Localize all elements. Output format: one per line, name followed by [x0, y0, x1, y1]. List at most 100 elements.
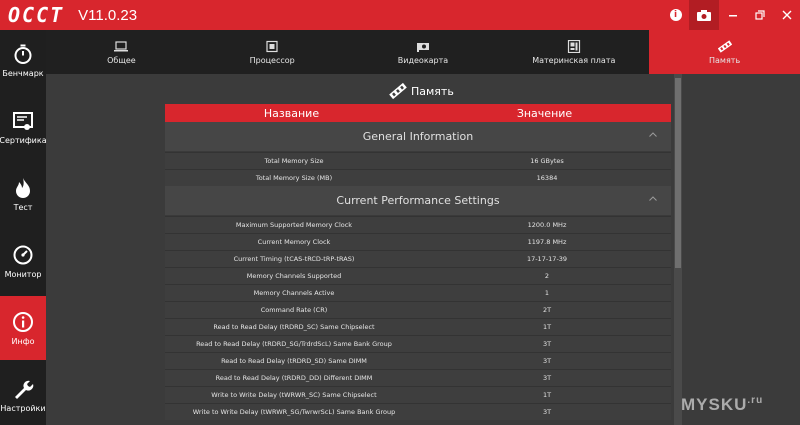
row-name: Maximum Supported Memory Clock [235, 221, 353, 229]
table-row: Current Timing (tCAS-tRCD-tRP-tRAS) 17-17… [165, 250, 671, 267]
app-version: V11.0.23 [78, 6, 138, 24]
tab-label: Видеокарта [397, 55, 449, 65]
row-value: 3T [542, 340, 552, 348]
tab-gpu[interactable]: Видеокарта [348, 30, 499, 74]
table-row: Maximum Supported Memory Clock 1200.0 MHz [165, 216, 671, 233]
row-name: Write to Write Delay (tWRWR_SC) Same Chi… [211, 391, 377, 399]
sidebar-item-label: Настройки [0, 403, 46, 413]
sidebar-item-benchmark[interactable]: Бенчмарк [0, 30, 46, 90]
cpu-icon [266, 40, 278, 52]
row-value: 17-17-17-39 [526, 255, 568, 263]
row-value: 1197.8 MHz [527, 238, 567, 246]
category-tabs: Общее Процессор Видеокарта Материнская п… [46, 30, 800, 74]
column-header-value: Значение [516, 106, 573, 120]
scrollbar-thumb[interactable] [675, 78, 681, 268]
row-name: Read to Read Delay (tRDRD_SD) Same DIMM [221, 357, 367, 365]
close-icon [782, 10, 791, 20]
tab-general[interactable]: Общее [46, 30, 197, 74]
row-name: Total Memory Size [264, 157, 324, 165]
row-name: Write to Write Delay (tWRWR_SG/TwrwrScL)… [192, 408, 396, 416]
section-title-text: Память [411, 84, 454, 98]
table-row: Memory Channels Supported 2 [165, 267, 671, 284]
flame-icon [16, 177, 30, 198]
screenshot-button[interactable] [689, 0, 719, 30]
wrench-icon [15, 380, 34, 399]
row-value: 3T [542, 408, 552, 416]
info-icon [13, 311, 33, 332]
gauge-icon [13, 245, 33, 264]
camera-icon [697, 9, 711, 21]
row-value: 1200.0 MHz [527, 221, 567, 229]
sidebar-item-settings[interactable]: Настройки [0, 365, 46, 425]
tab-label: Память [709, 55, 741, 65]
restore-icon [754, 10, 765, 20]
memory-info-table: General Information Total Memory Size 16 … [165, 122, 671, 420]
sidebar-item-label: Тест [13, 202, 33, 212]
row-value: 3T [542, 357, 552, 365]
table-row: Command Rate (CR) 2T [165, 301, 671, 318]
memory-icon [389, 82, 407, 100]
close-button[interactable] [773, 0, 800, 30]
table-row: Read to Read Delay (tRDRD_SC) Same Chips… [165, 318, 671, 335]
group-header-performance[interactable]: Current Performance Settings [165, 186, 671, 216]
tab-cpu[interactable]: Процессор [197, 30, 348, 74]
table-row: Total Memory Size (MB) 16384 [165, 169, 671, 186]
vertical-scrollbar[interactable] [674, 74, 682, 425]
row-name: Memory Channels Active [253, 289, 335, 297]
table-row: Read to Read Delay (tRDRD_SG/TrdrdScL) S… [165, 335, 671, 352]
chevron-up-icon [649, 132, 657, 137]
tab-motherboard[interactable]: Материнская плата [498, 30, 649, 74]
sidebar-item-test[interactable]: Тест [0, 164, 46, 224]
table-header: Название Значение [165, 104, 671, 122]
row-name: Current Timing (tCAS-tRCD-tRP-tRAS) [233, 255, 355, 263]
group-title: General Information [362, 130, 474, 143]
content-panel: Память Название Значение General Informa… [46, 74, 800, 425]
tab-label: Общее [107, 55, 136, 65]
table-row: Memory Channels Active 1 [165, 284, 671, 301]
app-logo: OCCT [8, 3, 65, 27]
sidebar-item-label: Сертифика [0, 135, 47, 145]
row-value: 2T [542, 306, 552, 314]
row-name: Total Memory Size (MB) [255, 174, 333, 182]
section-title: Память [389, 82, 454, 100]
minimize-icon [728, 15, 737, 17]
tab-label: Материнская плата [532, 55, 616, 65]
certificate-icon [13, 111, 33, 130]
table-row: Current Memory Clock 1197.8 MHz [165, 233, 671, 250]
watermark-tld: .ru [747, 395, 764, 406]
tab-memory[interactable]: Память [649, 30, 800, 74]
minimize-button[interactable] [719, 0, 746, 30]
chevron-up-icon [649, 196, 657, 201]
sidebar: Бенчмарк Сертифика Тест Монитор Инфо Нас… [0, 30, 47, 425]
group-header-general[interactable]: General Information [165, 122, 671, 152]
memory-icon [717, 39, 732, 53]
sidebar-item-certificate[interactable]: Сертифика [0, 97, 47, 157]
row-value: 16 GBytes [530, 157, 564, 165]
row-name: Current Memory Clock [257, 238, 331, 246]
title-bar: OCCT V11.0.23 i [0, 0, 800, 30]
table-row: Total Memory Size 16 GBytes [165, 152, 671, 169]
row-value: 16384 [536, 174, 558, 182]
about-button[interactable]: i [662, 0, 689, 30]
watermark-text: MYSKU [681, 395, 748, 414]
restore-button[interactable] [746, 0, 773, 30]
window-controls: i [662, 0, 800, 30]
sidebar-item-monitor[interactable]: Монитор [0, 231, 46, 291]
row-value: 1T [542, 323, 552, 331]
watermark: MYSKU.ru [681, 395, 763, 415]
row-value: 3T [542, 374, 552, 382]
laptop-icon [114, 40, 129, 51]
sidebar-item-label: Инфо [11, 336, 35, 346]
info-icon: i [669, 9, 682, 21]
table-row: Read to Read Delay (tRDRD_SD) Same DIMM 3… [165, 352, 671, 369]
gpu-icon [416, 42, 429, 52]
row-name: Read to Read Delay (tRDRD_SG/TrdrdScL) S… [196, 340, 392, 348]
row-value: 1T [542, 391, 552, 399]
row-name: Memory Channels Supported [246, 272, 342, 280]
row-name: Command Rate (CR) [260, 306, 328, 314]
table-row: Read to Read Delay (tRDRD_DD) Different … [165, 369, 671, 386]
column-header-name: Название [263, 106, 320, 120]
row-name: Read to Read Delay (tRDRD_DD) Different … [215, 374, 373, 382]
sidebar-item-label: Монитор [4, 269, 42, 279]
sidebar-item-info[interactable]: Инфо [0, 296, 46, 360]
